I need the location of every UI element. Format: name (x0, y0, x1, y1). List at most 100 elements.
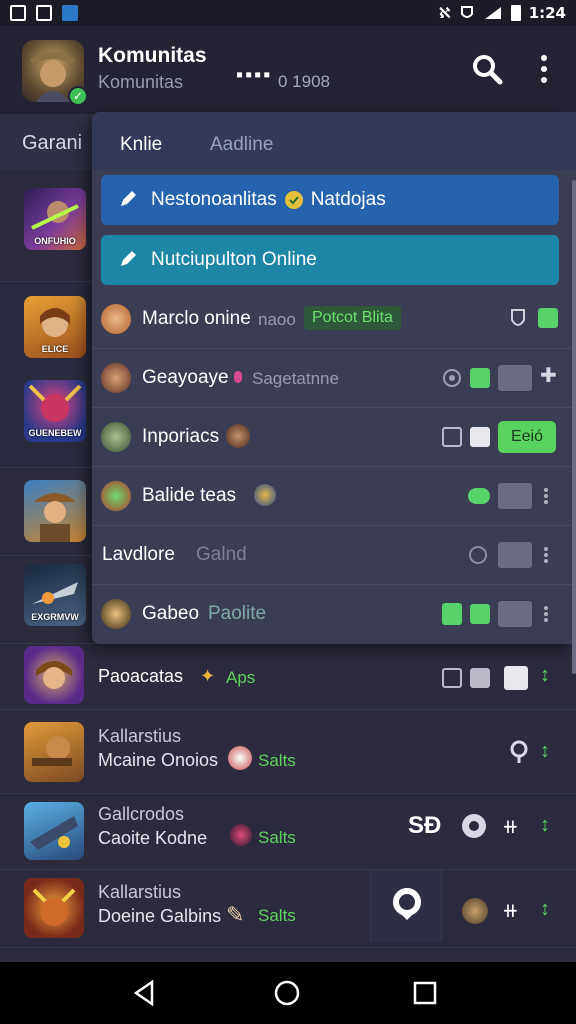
online-indicator-icon (470, 604, 490, 624)
member-avatar (230, 824, 252, 846)
wifi-icon (484, 7, 501, 19)
grid-icon (498, 601, 532, 627)
message-icon[interactable] (504, 666, 528, 690)
popup-tabs: Knlie Aadline (92, 112, 576, 170)
hero-art-icon (30, 816, 78, 850)
pin-tile[interactable] (370, 870, 442, 942)
status-bar: ℵ 1:24 (0, 0, 576, 26)
star-icon: ✦ (200, 666, 216, 686)
hash-icon[interactable]: ⧺ (502, 898, 519, 923)
game-thumbnail: EXGRMVW (24, 564, 86, 626)
list-item[interactable]: Gallcrodos Caoite Kodne Salts SĐ ⧺ ↕ (0, 794, 576, 870)
hash-icon[interactable]: ⧺ (502, 814, 519, 839)
member-avatar (254, 484, 276, 506)
pin-icon[interactable] (510, 740, 528, 764)
checkbox-icon[interactable] (442, 427, 462, 447)
more-options-icon[interactable] (532, 52, 556, 86)
checkbox-icon[interactable] (442, 668, 462, 688)
clock: 1:24 (528, 4, 566, 22)
shield-badge-icon (284, 191, 303, 209)
horn-icon: ✎ (226, 902, 245, 927)
channel-pill-blue[interactable]: Nestonoanlitas Natdojas (101, 175, 559, 225)
more-options-icon[interactable] (544, 488, 548, 504)
search-icon[interactable] (470, 52, 504, 86)
home-icon[interactable] (272, 978, 302, 1008)
smile-icon (469, 546, 487, 564)
pin-icon (234, 371, 242, 383)
game-thumbnail (24, 878, 84, 938)
game-thumbnail: ONFUHIO (24, 188, 86, 250)
page-subtitle: Komunitas (98, 72, 184, 92)
verified-icon: ✓ (68, 86, 88, 106)
online-indicator-icon (470, 368, 490, 388)
tab-online[interactable]: Knlie (120, 134, 162, 156)
member-avatar (101, 481, 131, 511)
notification-icon (10, 5, 26, 21)
tag-icon (470, 427, 490, 447)
header-dots: ▪▪▪▪ (236, 64, 273, 86)
member-row[interactable]: Geayoaye Sagetatnne ✚ (92, 349, 576, 408)
hero-art-icon (32, 736, 72, 766)
gallery-icon (36, 5, 52, 21)
chart-icon (498, 542, 532, 568)
system-nav-bar (0, 962, 576, 1024)
member-avatar (101, 304, 131, 334)
game-thumbnail: GUENEBEW (24, 380, 86, 442)
recents-icon[interactable] (410, 978, 440, 1008)
game-thumbnail (24, 480, 86, 542)
game-thumbnail (24, 722, 84, 782)
member-row[interactable]: Gabeo Paolite (92, 585, 576, 644)
member-row[interactable]: Balide teas (92, 467, 576, 526)
member-avatar (462, 898, 488, 924)
action-button[interactable]: Eeió (498, 421, 556, 453)
app-icon (62, 5, 78, 21)
plus-icon[interactable]: ✚ (540, 363, 557, 388)
community-avatar[interactable]: ✓ (22, 40, 88, 106)
game-thumbnail (24, 802, 84, 860)
network-icon: ℵ (438, 4, 451, 22)
sort-icon[interactable]: ↕ (540, 898, 550, 921)
more-options-icon[interactable] (544, 547, 548, 563)
online-indicator-icon (468, 488, 490, 504)
status-badge: Potcot Blita (304, 306, 401, 330)
lock-icon (442, 603, 462, 625)
target-icon (443, 369, 461, 387)
hero-art-icon (32, 888, 76, 926)
battery-icon (510, 5, 521, 21)
hero-art-icon (34, 493, 76, 542)
sort-icon[interactable]: ↕ (540, 814, 550, 837)
sort-icon[interactable]: ↕ (540, 740, 550, 763)
scrollbar[interactable] (572, 180, 576, 674)
member-count: 0 1908 (278, 72, 330, 91)
hero-art-icon (36, 661, 72, 689)
chart-icon (498, 483, 532, 509)
sort-icon[interactable]: ↕ (540, 664, 550, 687)
online-members-popup: Knlie Aadline Nestonoanlitas Natdojas Nu… (92, 112, 576, 644)
game-thumbnail (24, 646, 84, 704)
member-avatar (226, 424, 250, 448)
record-icon[interactable] (460, 812, 488, 840)
member-avatar (101, 363, 131, 393)
tab-offline[interactable]: Aadline (210, 134, 273, 156)
shield-icon (511, 309, 525, 326)
shield-icon (460, 6, 473, 18)
chart-icon (498, 365, 532, 391)
back-icon[interactable] (130, 978, 160, 1008)
more-options-icon[interactable] (544, 606, 548, 622)
list-item[interactable]: Paoacatas ✦ Aps ↕ (0, 644, 576, 710)
pencil-icon (121, 191, 136, 206)
member-avatar (101, 422, 131, 452)
list-item[interactable]: Kallarstius Doeine Galbins ✎ Salts ⧺ ↕ (0, 870, 576, 948)
list-item[interactable]: Kallarstius Mcaine Onoios Salts ↕ (0, 710, 576, 794)
member-avatar (101, 599, 131, 629)
channel-pill-teal[interactable]: Nutciupulton Online (101, 235, 559, 285)
rank-mark: SĐ (408, 812, 442, 839)
section-label: Garani (22, 132, 83, 154)
member-row[interactable]: Lavdlore Galnd (92, 526, 576, 585)
member-row[interactable]: Inporiacs Eeió (92, 408, 576, 467)
member-row[interactable]: Marclo onine naoo Potcot Blita (92, 290, 576, 349)
location-pin-icon (393, 888, 421, 920)
online-indicator-icon (538, 308, 558, 328)
pencil-icon (121, 251, 136, 266)
tag-icon (470, 668, 490, 688)
